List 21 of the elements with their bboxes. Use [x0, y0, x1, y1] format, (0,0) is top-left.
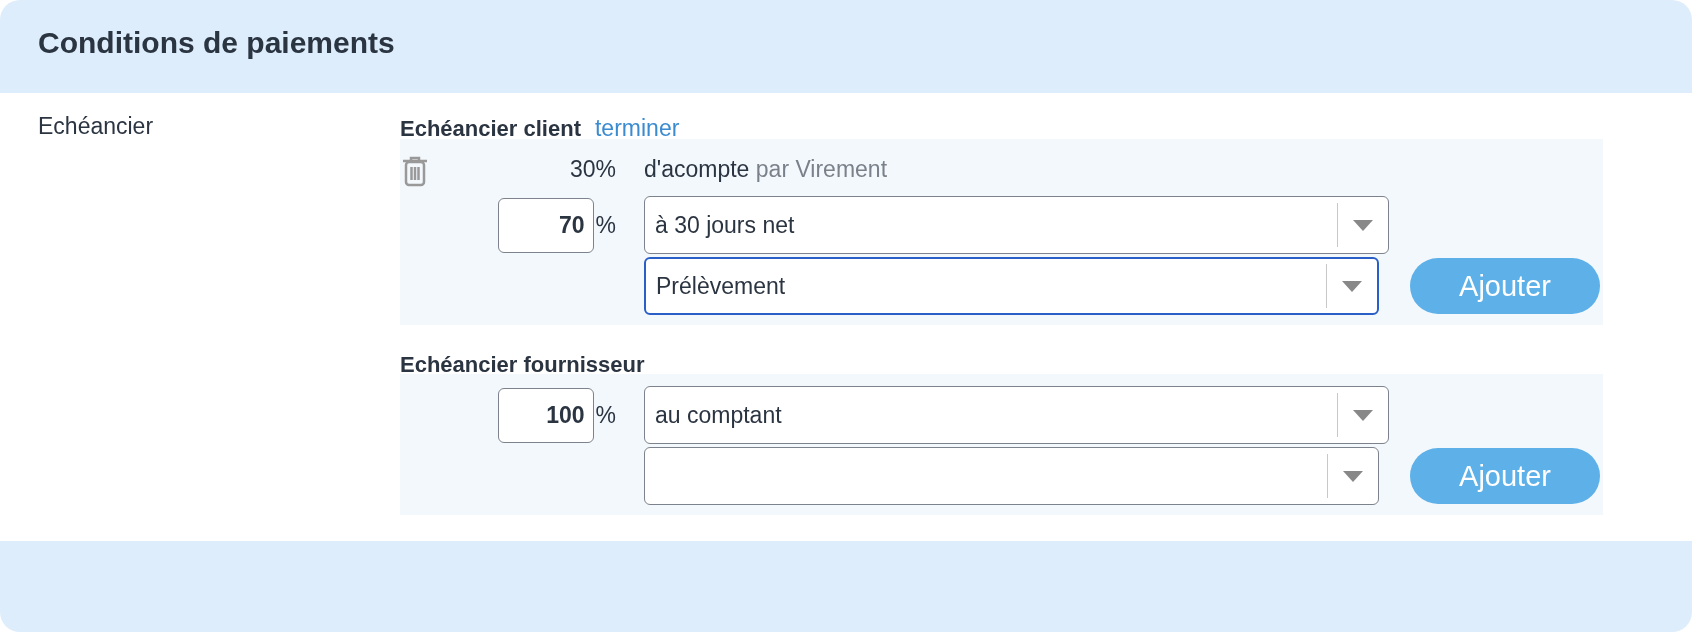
- trash-icon[interactable]: [402, 155, 428, 187]
- caret-icon: [1343, 470, 1363, 482]
- dropdown-field[interactable]: [644, 447, 1379, 505]
- finish-link[interactable]: terminer: [595, 115, 680, 142]
- percent-input[interactable]: 70: [497, 197, 594, 253]
- percent-input[interactable]: 100: [497, 387, 594, 443]
- caret-icon: [1353, 409, 1373, 421]
- percent-sign: %: [595, 401, 616, 429]
- schedule-heading: Echéancier fournisseur: [400, 352, 645, 378]
- payment-method: par Virement: [755, 155, 888, 182]
- caret-icon: [1342, 280, 1362, 292]
- dropdown-field[interactable]: Prélèvement: [644, 257, 1379, 315]
- deposit-label: d'acompte: [644, 155, 750, 182]
- percent-sign: %: [595, 211, 616, 239]
- caret-icon: [1353, 219, 1373, 231]
- dropdown-field[interactable]: au comptant: [644, 386, 1389, 444]
- deposit-percent: 30%: [569, 155, 616, 183]
- section-title: Conditions de paiements: [37, 25, 396, 61]
- schedule-heading: Echéancier client: [400, 116, 581, 142]
- dropdown-field[interactable]: à 30 jours net: [644, 196, 1389, 254]
- field-label: Echéancier: [38, 113, 154, 139]
